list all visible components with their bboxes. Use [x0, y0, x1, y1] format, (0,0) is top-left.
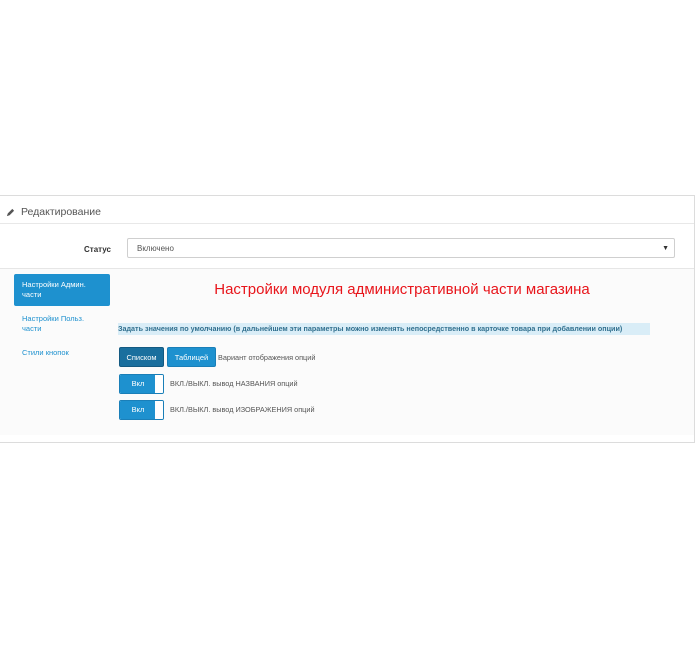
nav-item-admin-settings[interactable]: Настройки Админ. части: [14, 274, 110, 306]
pencil-icon: [6, 208, 15, 217]
edit-panel: Редактирование Статус Включено ▼ Настрой…: [0, 195, 695, 443]
status-label: Статус: [84, 245, 111, 254]
panel-title: Редактирование: [21, 206, 101, 218]
toggle-state-label: Вкл: [120, 401, 156, 419]
toggle-option-names[interactable]: Вкл: [119, 374, 164, 394]
panel-heading: Редактирование: [0, 196, 694, 224]
toggle-knob: [155, 401, 163, 419]
toggle-option-images[interactable]: Вкл: [119, 400, 164, 420]
toggle-knob: [155, 375, 163, 393]
display-list-button[interactable]: Списком: [119, 347, 164, 367]
toggle-option-names-label: ВКЛ./ВЫКЛ. вывод НАЗВАНИЯ опций: [170, 379, 298, 388]
status-select[interactable]: Включено ▼: [127, 238, 675, 258]
status-value: Включено: [137, 244, 174, 253]
section-heading: Настройки модуля административной части …: [214, 281, 590, 298]
toggle-option-images-label: ВКЛ./ВЫКЛ. вывод ИЗОБРАЖЕНИЯ опций: [170, 405, 315, 414]
display-table-button[interactable]: Таблицей: [167, 347, 216, 367]
settings-nav: Настройки Админ. части Настройки Польз. …: [14, 274, 110, 366]
toggle-state-label: Вкл: [120, 375, 156, 393]
status-row: Статус Включено ▼: [0, 238, 694, 266]
default-values-note: Задать значения по умолчанию (в дальнейш…: [118, 323, 650, 335]
settings-content: Настройки Админ. части Настройки Польз. …: [0, 268, 694, 435]
caret-down-icon: ▼: [662, 245, 669, 252]
display-mode-label: Вариант отображения опций: [218, 353, 316, 362]
nav-item-user-settings[interactable]: Настройки Польз. части: [14, 308, 110, 340]
nav-item-button-styles[interactable]: Стили кнопок: [14, 342, 110, 364]
